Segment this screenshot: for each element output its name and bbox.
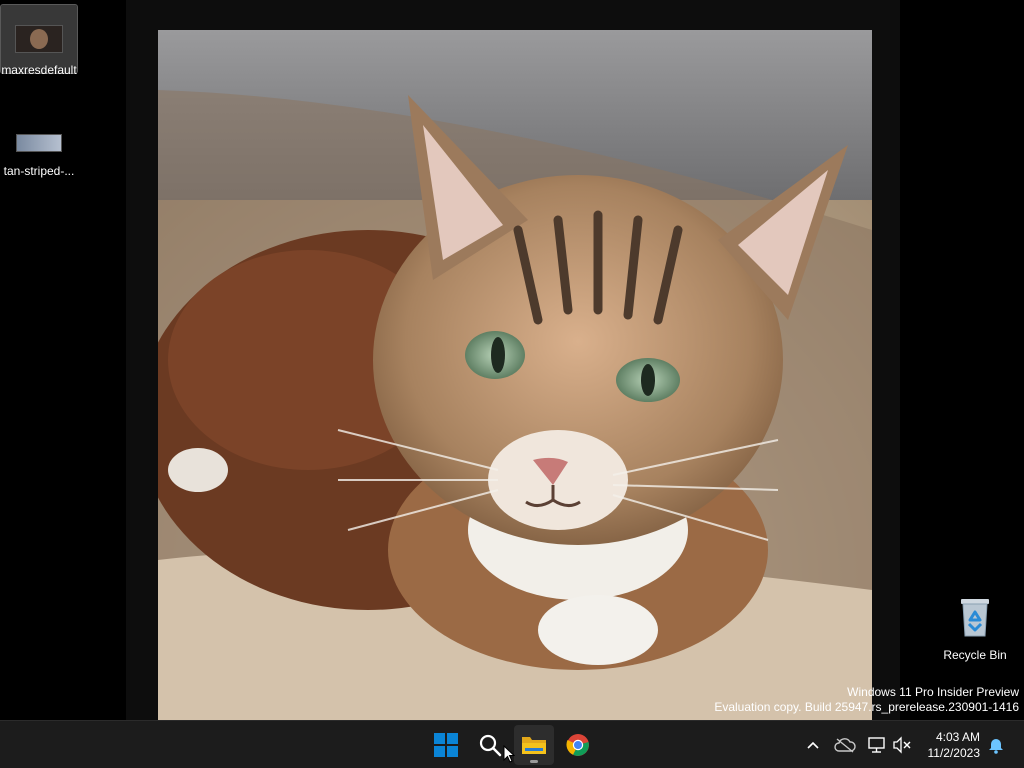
wallpaper-cat-photo	[158, 30, 872, 720]
chrome-button[interactable]	[558, 725, 598, 765]
desktop-icon-label: tan-striped-...	[3, 164, 75, 178]
watermark-line1: Windows 11 Pro Insider Preview	[847, 685, 1019, 699]
start-icon	[434, 733, 458, 757]
network-icon	[868, 737, 885, 753]
watermark-line2: Evaluation copy. Build 25947.rs_prerelea…	[714, 700, 1019, 714]
desktop-icon-label: maxresdefault	[1, 63, 77, 77]
notification-button[interactable]	[984, 733, 1008, 757]
network-button[interactable]	[865, 733, 889, 757]
onedrive-icon	[834, 738, 856, 753]
chrome-icon	[566, 734, 589, 756]
recycle-bin-icon	[957, 596, 993, 638]
file-explorer-icon	[522, 737, 546, 754]
show-hidden-icons-button[interactable]	[801, 733, 825, 757]
mouse-cursor-icon	[503, 745, 515, 763]
taskbar: 4:03 AM 11/2/2023	[0, 720, 1024, 768]
chevron-up-icon	[807, 741, 819, 749]
search-icon	[479, 734, 502, 757]
clock-time: 4:03 AM	[935, 730, 980, 744]
image-thumbnail-icon	[15, 25, 63, 53]
volume-button[interactable]	[890, 733, 914, 757]
start-button[interactable]	[426, 725, 466, 765]
desktop-icon-maxresdefault[interactable]: maxresdefault	[0, 4, 78, 77]
windows-watermark: Windows 11 Pro Insider Preview Evaluatio…	[714, 685, 1019, 715]
desktop-icon-label: Recycle Bin	[943, 648, 1007, 662]
desktop-icon-tan-striped[interactable]: tan-striped-...	[1, 125, 77, 178]
onedrive-button[interactable]	[833, 733, 857, 757]
volume-muted-icon	[893, 736, 911, 754]
desktop-icon-recycle-bin[interactable]: Recycle Bin	[937, 596, 1013, 664]
desktop[interactable]: maxresdefault tan-striped-... Recycle Bi…	[0, 0, 1024, 720]
notification-bell-icon	[989, 739, 1003, 754]
file-explorer-button[interactable]	[514, 725, 554, 765]
clock-date: 11/2/2023	[927, 746, 981, 760]
image-thumbnail-icon	[16, 134, 62, 152]
clock[interactable]: 4:03 AM 11/2/2023	[928, 729, 981, 761]
